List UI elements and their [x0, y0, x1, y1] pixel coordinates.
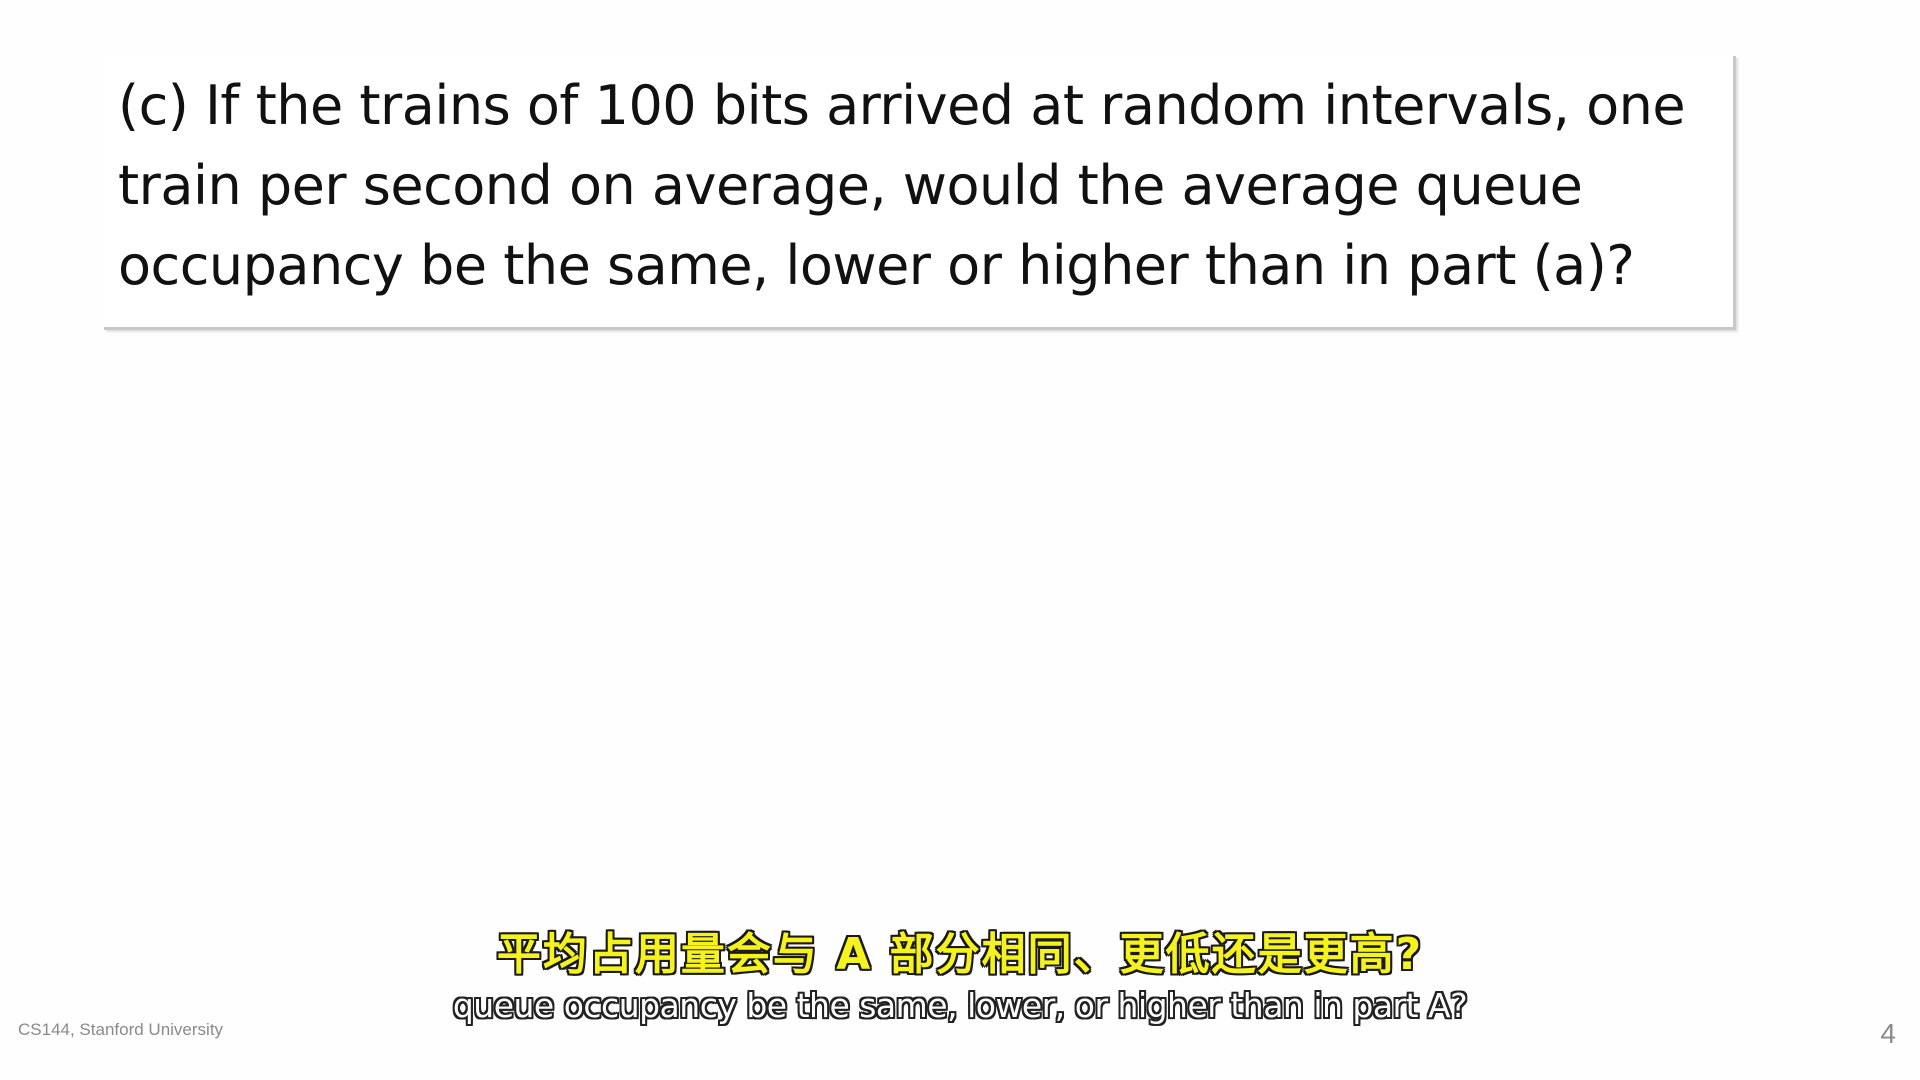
page-number: 4: [1880, 1018, 1896, 1049]
subtitle-chinese: 平均占用量会与 A 部分相同、更低还是更高?: [496, 929, 1424, 980]
question-text: (c) If the trains of 100 bits arrived at…: [118, 74, 1686, 297]
slide: (c) If the trains of 100 bits arrived at…: [0, 0, 1920, 1080]
subtitle-english: queue occupancy be the same, lower, or h…: [452, 986, 1468, 1025]
question-box: (c) If the trains of 100 bits arrived at…: [104, 56, 1736, 330]
footer-course-label: CS144, Stanford University: [18, 1020, 224, 1039]
